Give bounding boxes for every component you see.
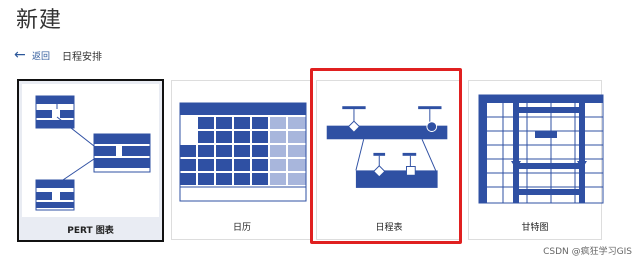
card-label-calendar: 日历: [232, 223, 251, 233]
back-link[interactable]: 返回: [32, 49, 50, 62]
page-title: 新建: [16, 8, 63, 33]
template-card-pert[interactable]: PERT 图表: [17, 79, 164, 242]
card-label-pert: PERT 图表: [67, 226, 114, 236]
card-label-gantt: 甘特图: [521, 223, 549, 233]
template-card-calendar[interactable]: 日历: [171, 80, 313, 240]
back-nav[interactable]: ← 返回 日程安排: [14, 47, 102, 63]
breadcrumb: 日程安排: [62, 51, 103, 63]
calendar-thumbnail: [179, 102, 307, 202]
back-arrow-icon[interactable]: ←: [14, 48, 30, 62]
pert-thumbnail: [22, 84, 159, 217]
selection-highlight: [310, 68, 462, 244]
gantt-thumbnail: [478, 94, 604, 204]
template-card-gantt[interactable]: 甘特图: [468, 80, 604, 240]
watermark: CSDN @疯狂学习GIS: [543, 247, 632, 257]
